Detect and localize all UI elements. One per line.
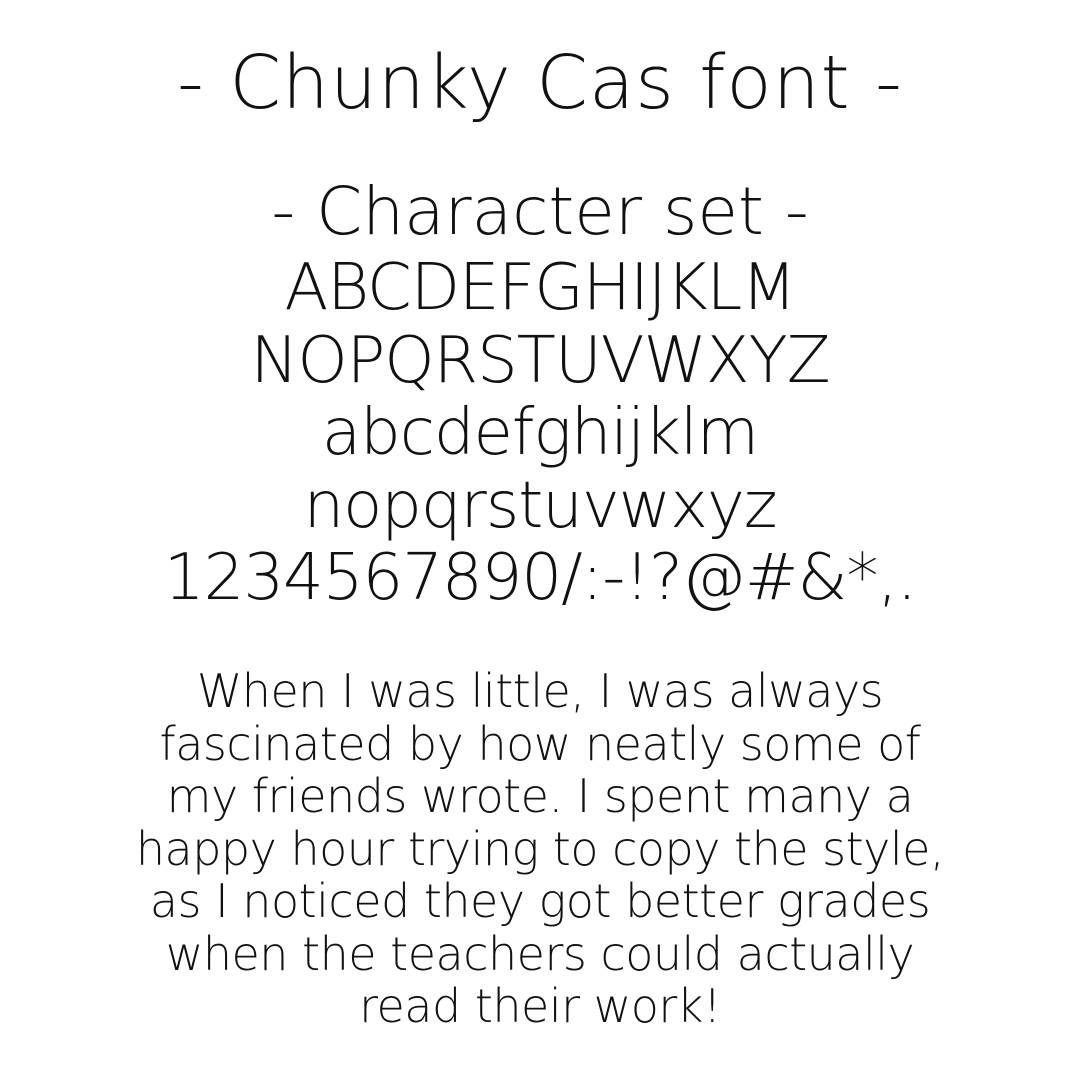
section-title: - Character set -: [271, 173, 809, 250]
paragraph-line: fascinated by how neatly some of: [159, 716, 922, 771]
paragraph-line: read their work!: [359, 979, 721, 1033]
page-title: - Chunky Cas font -: [177, 40, 903, 126]
paragraph-line: my friends wrote. I spent many a: [166, 769, 914, 823]
lowercase-line-1: abcdefghijklm: [321, 396, 759, 470]
uppercase-line-2: NOPQRSTUVWXYZ: [250, 323, 830, 398]
digits-symbols-line: 1234567890/:-!?@#&*,.: [163, 541, 917, 615]
paragraph-line: as I noticed they got better grades: [149, 874, 931, 928]
character-set: ABCDEFGHIJKLM NOPQRSTUVWXYZ abcdefghijkl…: [0, 252, 1080, 615]
font-specimen-page: - Chunky Cas font - - Character set - AB…: [0, 0, 1080, 1080]
paragraph-line: When I was little, I was always: [196, 664, 884, 718]
paragraph-line: when the teachers could actually: [165, 926, 915, 981]
uppercase-line-1: ABCDEFGHIJKLM: [284, 251, 796, 325]
sample-paragraph: When I was little, I was always fascinat…: [30, 665, 1050, 1033]
lowercase-line-2: nopqrstuvwxyz: [303, 468, 778, 543]
paragraph-line: happy hour trying to copy the style,: [135, 821, 945, 876]
